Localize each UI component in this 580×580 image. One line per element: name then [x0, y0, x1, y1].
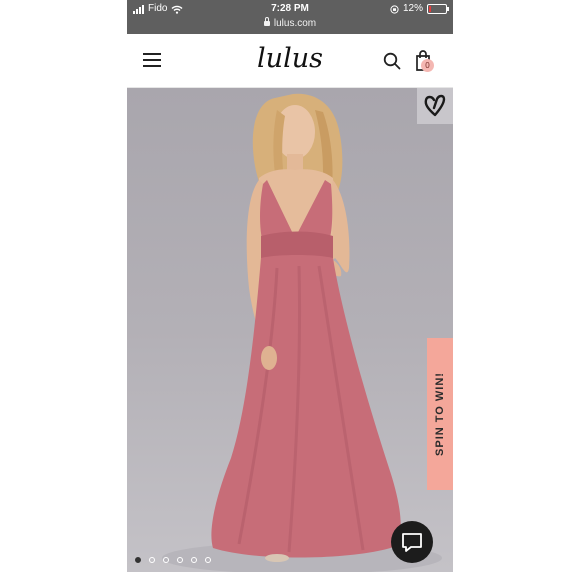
- product-image-carousel[interactable]: SPIN TO WIN!: [127, 88, 453, 572]
- carousel-dot[interactable]: [135, 557, 141, 563]
- lock-icon: [263, 17, 270, 26]
- url-text: lulus.com: [273, 18, 317, 29]
- phone-screen: Fido 7:28 PM 12% lulus.com lulus 0 SPIN …: [127, 0, 453, 580]
- cart-count-badge: 0: [421, 59, 434, 72]
- orientation-lock-icon: [390, 4, 399, 14]
- carousel-dot[interactable]: [191, 557, 197, 563]
- site-header: lulus 0: [127, 34, 453, 88]
- carousel-dot[interactable]: [149, 557, 155, 563]
- menu-icon[interactable]: [143, 53, 161, 67]
- chat-button[interactable]: [391, 521, 433, 563]
- search-icon[interactable]: [383, 52, 401, 70]
- carousel-dot[interactable]: [205, 557, 211, 563]
- carousel-dot[interactable]: [163, 557, 169, 563]
- wishlist-button[interactable]: [417, 88, 453, 124]
- battery-percent: 12%: [402, 3, 423, 14]
- status-bar: Fido 7:28 PM 12% lulus.com: [127, 0, 453, 34]
- address-bar[interactable]: lulus.com: [127, 17, 453, 31]
- battery-icon: [427, 4, 449, 14]
- chat-bubble-icon: [402, 533, 422, 552]
- product-photo: [162, 93, 442, 572]
- site-logo[interactable]: lulus: [239, 44, 341, 76]
- carousel-dot[interactable]: [177, 557, 183, 563]
- spin-to-win-tab[interactable]: SPIN TO WIN!: [427, 338, 453, 490]
- heart-icon: [424, 94, 446, 117]
- carousel-pagination: [135, 557, 211, 563]
- spin-to-win-label: SPIN TO WIN!: [434, 372, 446, 456]
